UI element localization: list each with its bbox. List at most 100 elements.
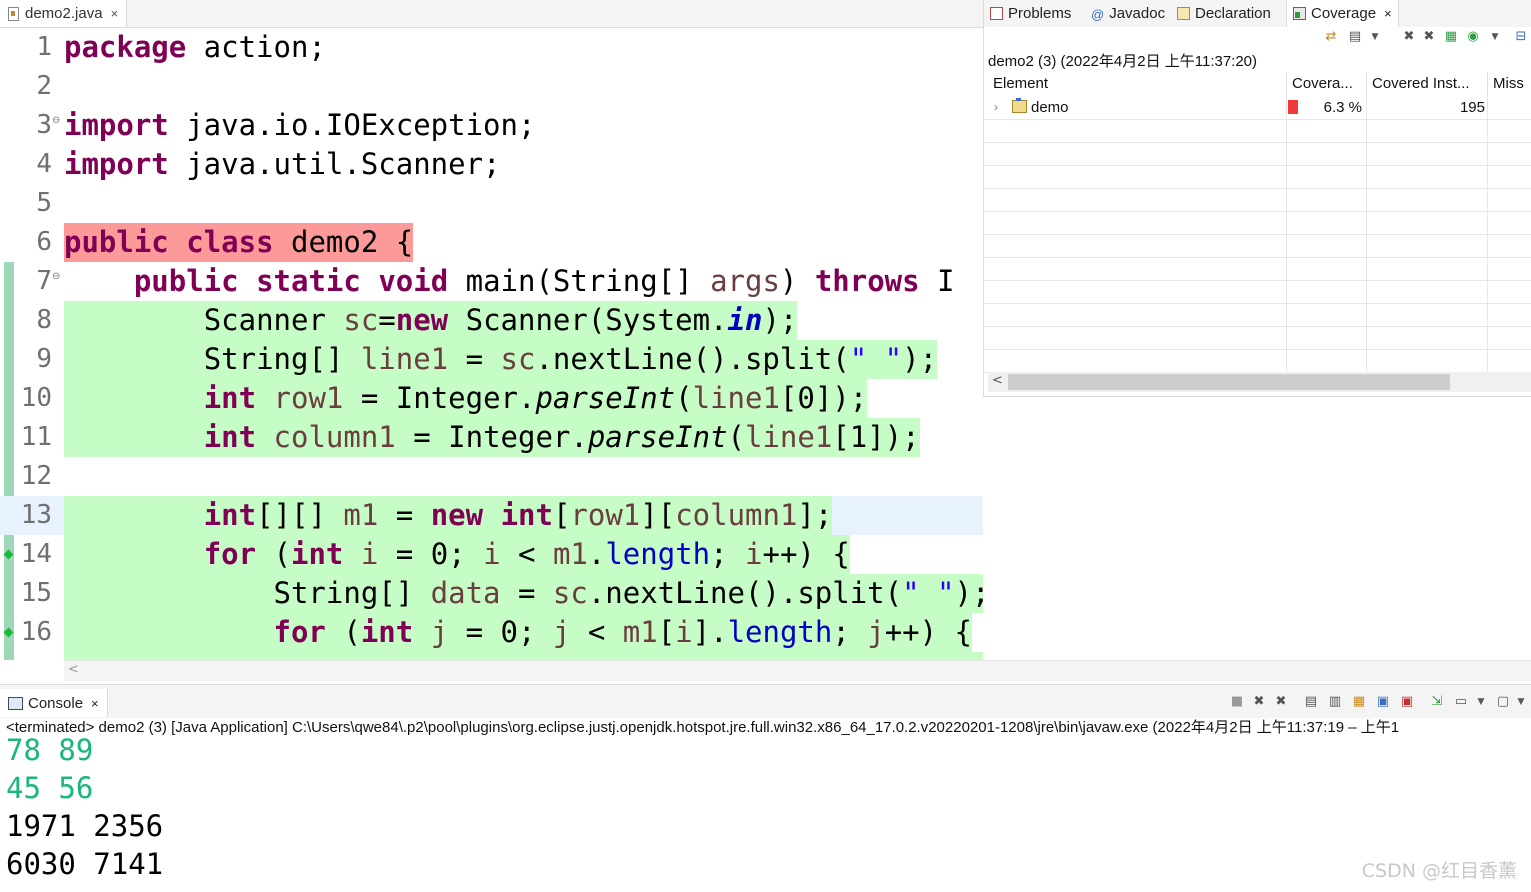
line-number: 9 (36, 344, 52, 374)
line-number: 5 (36, 188, 52, 218)
remove-launch-icon[interactable]: ✖ (1252, 695, 1266, 709)
line-number: 7 (36, 266, 52, 296)
tab-declaration[interactable]: Declaration (1177, 0, 1271, 27)
fold-collapse-icon[interactable]: ⊖ (52, 115, 60, 126)
remove-session-icon[interactable]: ✖ (1402, 30, 1416, 44)
scrollbar-thumb[interactable] (1008, 374, 1450, 390)
code-text-covered: for (int i = 0; i < m1.length; i++) { (64, 535, 850, 574)
code-line[interactable]: 4 import java.util.Scanner; (0, 145, 983, 184)
line-number: 8 (36, 305, 52, 335)
console-input-line: 45 56 (6, 771, 94, 805)
empty-row (984, 211, 1531, 235)
empty-row (984, 303, 1531, 327)
coverage-value: 6.3 % (1323, 99, 1362, 116)
select-session-icon[interactable]: ◉ (1466, 30, 1480, 44)
code-line[interactable]: 9 String[] line1 = sc.nextLine().split("… (0, 340, 983, 379)
code-text-covered: int column1 = Integer.parseInt(line1[1])… (64, 418, 920, 457)
empty-row (984, 257, 1531, 281)
editor-tab-demo2[interactable]: demo2.java × (0, 0, 128, 27)
line-number: 12 (20, 461, 52, 491)
pin-console-icon[interactable]: ⇲ (1430, 695, 1444, 709)
show-on-stdout-icon[interactable]: ▣ (1376, 695, 1390, 709)
code-text-covered: int[][] m1 = new int[row1][column1]; (64, 496, 833, 535)
code-text: public static void main(String[] args) t… (133, 264, 955, 298)
relaunch-icon[interactable]: ⇄ (1324, 30, 1338, 44)
line-number: 1 (36, 32, 52, 62)
tab-console[interactable]: Console × (0, 689, 108, 717)
code-line-partial (64, 652, 983, 660)
word-wrap-icon[interactable]: ▦ (1352, 695, 1366, 709)
java-file-icon (8, 6, 19, 21)
display-console-icon[interactable]: ▭ (1454, 695, 1468, 709)
merge-sessions-icon[interactable]: ▦ (1444, 30, 1458, 44)
code-line[interactable]: 6 public class demo2 { (0, 223, 983, 262)
code-line[interactable]: 11 int column1 = Integer.parseInt(line1[… (0, 418, 983, 457)
expand-chevron-icon[interactable]: › (994, 96, 998, 119)
remove-all-terminated-icon[interactable]: ✖ (1274, 695, 1288, 709)
column-header-element[interactable]: Element (988, 72, 1287, 96)
code-text-missed: public class demo2 { (64, 223, 414, 262)
collapse-all-icon[interactable]: ⊟ (1514, 30, 1528, 44)
code-line[interactable]: 8 Scanner sc=new Scanner(System.in); (0, 301, 983, 340)
remove-all-sessions-icon[interactable]: ✖ (1422, 30, 1436, 44)
dropdown-icon[interactable]: ▼ (1474, 695, 1488, 709)
dropdown-icon[interactable]: ▼ (1488, 30, 1502, 44)
code-text-covered: String[] data = sc.nextLine().split(" ")… (64, 574, 983, 613)
column-header-covered-instructions[interactable]: Covered Inst... (1367, 72, 1488, 96)
table-row[interactable]: › demo 6.3 % 195 (984, 96, 1531, 120)
editor-tab-bar: demo2.java × (0, 0, 983, 28)
tab-coverage[interactable]: Coverage × (1286, 0, 1399, 27)
tab-javadoc[interactable]: @ Javadoc (1091, 0, 1165, 27)
code-line[interactable]: 7 ⊖ public static void main(String[] arg… (0, 262, 983, 301)
close-icon[interactable]: × (111, 6, 119, 21)
code-line[interactable]: 15 String[] data = sc.nextLine().split("… (0, 574, 983, 613)
line-number: 11 (20, 422, 52, 452)
scroll-left-icon[interactable]: < (68, 662, 79, 677)
empty-row (984, 280, 1531, 304)
code-line[interactable]: 16 for (int j = 0; j < m1[i].length; j++… (0, 613, 983, 652)
coverage-cell: 6.3 % (1286, 96, 1366, 119)
code-line-current[interactable]: 13 int[][] m1 = new int[row1][column1]; (0, 496, 983, 535)
code-line[interactable]: 12 (0, 457, 983, 496)
dropdown-icon[interactable]: ▼ (1514, 695, 1528, 709)
covered-instructions-value: 195 (1459, 99, 1485, 116)
code-editor[interactable]: demo2.java × 1 package action; 2 3 ⊖ imp… (0, 0, 983, 660)
fold-collapse-icon[interactable]: ⊖ (52, 271, 60, 282)
code-line[interactable]: 14 for (int i = 0; i < m1.length; i++) { (0, 535, 983, 574)
tab-problems[interactable]: Problems (990, 0, 1071, 27)
show-on-stderr-icon[interactable]: ▣ (1400, 695, 1414, 709)
dump-execution-data-icon[interactable]: ▤ (1348, 30, 1362, 44)
console-output-line: 6030 7141 (6, 847, 164, 881)
code-line[interactable]: 2 (0, 67, 983, 106)
line-number: 13 (20, 500, 52, 530)
empty-row (984, 234, 1531, 258)
scroll-lock-icon[interactable]: ▥ (1328, 695, 1342, 709)
scroll-left-icon[interactable]: < (992, 373, 1003, 388)
coverage-horizontal-scrollbar[interactable]: < (988, 372, 1531, 392)
line-number: 2 (36, 71, 52, 101)
tab-label: Declaration (1195, 5, 1271, 22)
coverage-session-label: demo2 (3) (2022年4月2日 上午11:37:20) (988, 53, 1258, 70)
dropdown-icon[interactable]: ▼ (1368, 30, 1382, 44)
element-name: demo (1031, 99, 1069, 116)
editor-tab-label: demo2.java (25, 5, 103, 22)
close-icon[interactable]: × (1384, 6, 1392, 21)
editor-horizontal-scrollbar[interactable]: < (64, 660, 1531, 681)
column-header-coverage[interactable]: Covera... (1287, 72, 1367, 96)
declaration-icon (1177, 7, 1190, 20)
terminate-icon[interactable]: ■ (1230, 695, 1244, 709)
code-text-covered: String[] line1 = sc.nextLine().split(" "… (64, 340, 938, 379)
code-area[interactable]: 1 package action; 2 3 ⊖ import java.io.I… (0, 28, 983, 660)
code-line[interactable]: 1 package action; (0, 28, 983, 67)
code-line[interactable]: 5 (0, 184, 983, 223)
code-line[interactable]: 10 int row1 = Integer.parseInt(line1[0])… (0, 379, 983, 418)
package-icon (1012, 98, 1027, 113)
column-header-missed[interactable]: Miss (1488, 72, 1531, 96)
console-output-line: 1971 2356 (6, 809, 164, 843)
open-console-icon[interactable]: ▢ (1496, 695, 1510, 709)
code-line[interactable]: 3 ⊖ import java.io.IOException; (0, 106, 983, 145)
close-icon[interactable]: × (91, 696, 99, 711)
line-number: 4 (36, 149, 52, 179)
coverage-toolbar: ⇄ ▤ ▼ ✖ ✖ ▦ ◉ ▼ ⊟ (1284, 28, 1531, 48)
clear-console-icon[interactable]: ▤ (1304, 695, 1318, 709)
